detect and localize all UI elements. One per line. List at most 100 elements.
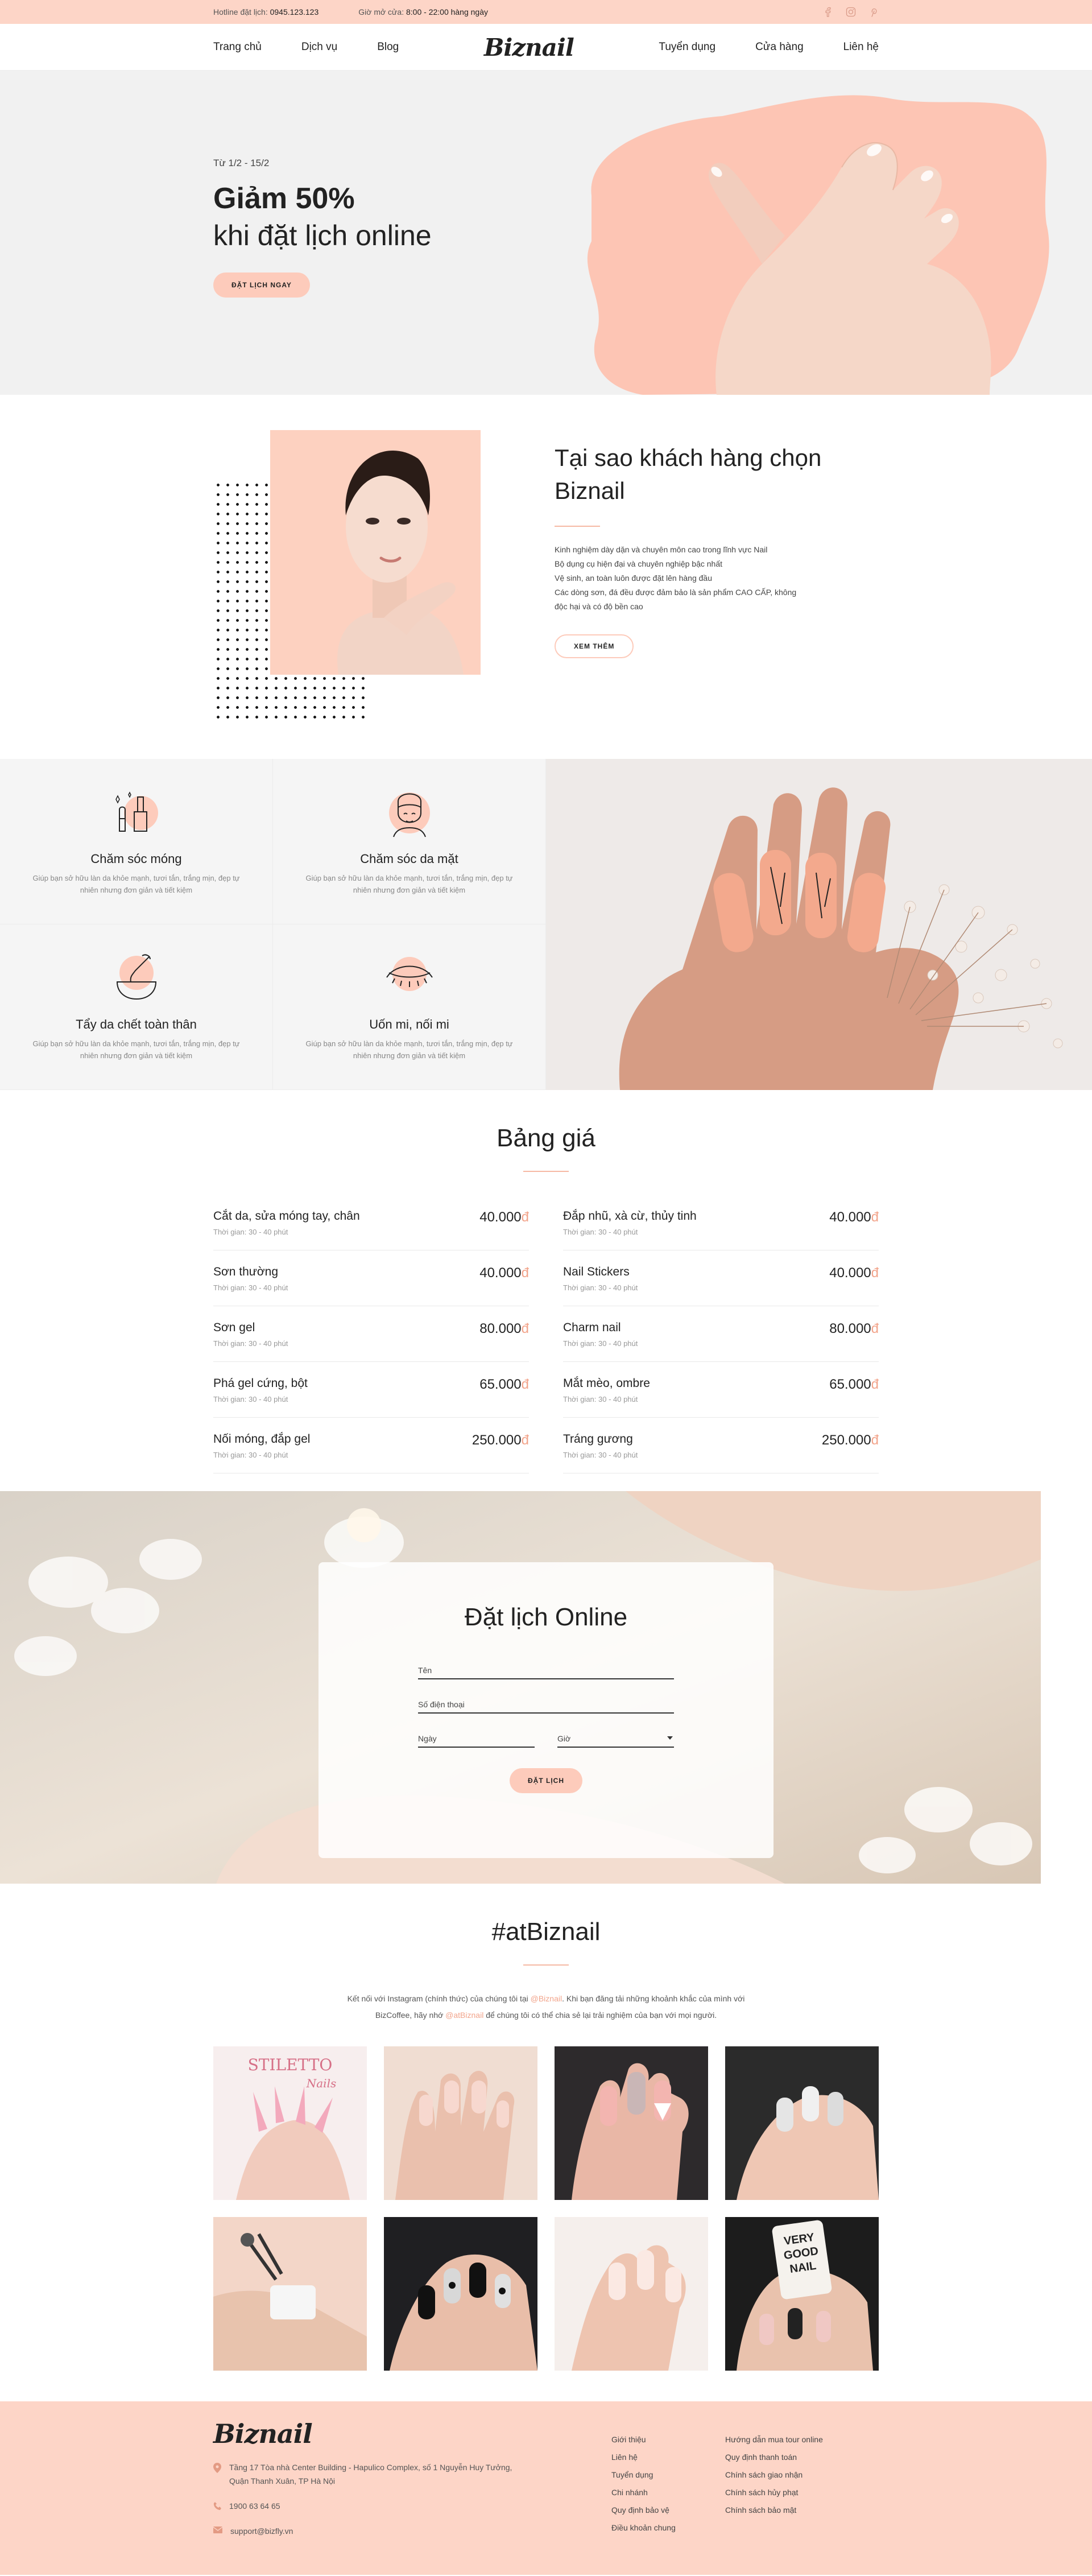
hero-text: Từ 1/2 - 15/2 Giảm 50% khi đặt lịch onli… <box>213 158 432 298</box>
service-duration: Thời gian: 30 - 40 phút <box>563 1283 638 1292</box>
service-duration: Thời gian: 30 - 40 phút <box>563 1395 638 1403</box>
service-desc: Giúp bạn sở hữu làn da khỏe mạnh, tươi t… <box>305 874 513 894</box>
service-title: Chăm sóc da mặt <box>360 852 458 866</box>
services-grid: Chăm sóc móng Giúp bạn sở hữu làn da khỏ… <box>0 759 546 1090</box>
service-title: Chăm sóc móng <box>90 852 182 866</box>
footer-email[interactable]: support@bizfly.vn <box>213 2524 611 2538</box>
footer-link[interactable]: Quy định bảo vệ <box>611 2501 725 2519</box>
nav-item-stores[interactable]: Cửa hàng <box>755 41 804 53</box>
social-links <box>823 7 879 17</box>
instagram-handle-link[interactable]: @Biznail <box>531 1994 562 2003</box>
facebook-icon[interactable] <box>823 7 833 17</box>
instagram-photo[interactable] <box>555 2217 708 2371</box>
footer-link[interactable]: Liên hệ <box>611 2449 725 2466</box>
price-list-title: Bảng giá <box>497 1124 595 1152</box>
footer-phone[interactable]: 1900 63 64 65 <box>213 2499 611 2513</box>
why-point: Bộ dụng cụ hiện đại và chuyên nghiệp bậc… <box>555 559 723 568</box>
site-logo[interactable]: Biznail <box>484 34 574 61</box>
footer-links-col1: Giới thiệu Liên hệ Tuyển dụng Chi nhánh … <box>611 2431 725 2538</box>
footer-link[interactable]: Tuyển dụng <box>611 2466 725 2484</box>
service-price: 80.000đ <box>829 1321 879 1336</box>
instagram-photo[interactable] <box>725 2046 879 2200</box>
price-row: Phá gel cứng, bột Thời gian: 30 - 40 phút… <box>213 1362 529 1418</box>
price-row: Nail Stickers Thời gian: 30 - 40 phút 40.0… <box>563 1250 879 1306</box>
instagram-photo[interactable] <box>384 2217 537 2371</box>
time-select[interactable]: Giờ <box>557 1728 674 1748</box>
service-duration: Thời gian: 30 - 40 phút <box>563 1339 638 1348</box>
footer-link[interactable]: Chính sách giao nhận <box>725 2466 823 2484</box>
price-list-section: Bảng giá Cắt da, sửa móng tay, chân Thời … <box>0 1090 1092 1491</box>
submit-booking-button[interactable]: ĐẶT LỊCH <box>510 1768 582 1793</box>
booking-form: Tên Số điện thoại Ngày Giờ ĐẶT LỊCH <box>418 1660 674 1793</box>
footer-link[interactable]: Hướng dẫn mua tour online <box>725 2431 823 2449</box>
service-card-face-care[interactable]: Chăm sóc da mặt Giúp bạn sở hữu làn da k… <box>273 759 546 924</box>
footer-link[interactable]: Chi nhánh <box>611 2484 725 2501</box>
price-row: Charm nail Thời gian: 30 - 40 phút 80.000đ <box>563 1306 879 1362</box>
price-row: Sơn gel Thời gian: 30 - 40 phút 80.000đ <box>213 1306 529 1362</box>
price-row: Đắp nhũ, xà cừ, thủy tinh Thời gian: 30 -… <box>563 1195 879 1250</box>
service-desc: Giúp bạn sở hữu làn da khỏe mạnh, tươi t… <box>32 1039 240 1060</box>
why-point: Vệ sinh, an toàn luôn được đặt lên hàng … <box>555 573 712 583</box>
nav-right: Tuyển dụng Cửa hàng Liên hệ <box>659 41 879 53</box>
instagram-photo[interactable] <box>555 2046 708 2200</box>
service-duration: Thời gian: 30 - 40 phút <box>213 1451 288 1459</box>
promo-headline: Giảm 50% <box>213 182 355 215</box>
service-price: 40.000đ <box>479 1265 529 1281</box>
footer-link[interactable]: Chính sách bảo mật <box>725 2501 823 2519</box>
title-divider <box>555 526 600 527</box>
instagram-section: #atBiznail Kết nối với Instagram (chính … <box>0 1884 1092 2401</box>
hotline-label: Hotline đặt lịch: <box>213 7 268 16</box>
model-portrait-image <box>270 430 481 675</box>
nav-item-home[interactable]: Trang chủ <box>213 41 262 53</box>
service-duration: Thời gian: 30 - 40 phút <box>213 1283 288 1292</box>
hotline-number[interactable]: 0945.123.123 <box>270 7 319 16</box>
phone-field[interactable]: Số điện thoại <box>418 1694 674 1714</box>
opening-hours: Giờ mở cửa: 8:00 - 22:00 hàng ngày <box>358 7 488 16</box>
booking-form-card: Đặt lịch Online Tên Số điện thoại Ngày G… <box>318 1562 774 1858</box>
footer-link[interactable]: Giới thiệu <box>611 2431 725 2449</box>
pinterest-icon[interactable] <box>868 7 879 17</box>
instagram-icon[interactable] <box>846 7 856 17</box>
why-title-line2: Biznail <box>555 477 625 504</box>
footer-address: Tầng 17 Tòa nhà Center Building - Hapuli… <box>213 2461 611 2488</box>
nav-item-careers[interactable]: Tuyển dụng <box>659 41 715 53</box>
why-title: Tại sao khách hàng chọn Biznail <box>555 441 850 507</box>
nail-polish-icon <box>115 791 158 832</box>
service-price: 40.000đ <box>829 1265 879 1281</box>
promo-subheadline: khi đặt lịch online <box>213 220 432 251</box>
eyelash-icon <box>386 957 433 991</box>
instagram-photo[interactable] <box>213 2217 367 2371</box>
price-grid: Cắt da, sửa móng tay, chân Thời gian: 30 … <box>213 1195 879 1473</box>
service-price: 40.000đ <box>829 1209 879 1225</box>
service-card-body-scrub[interactable]: Tẩy da chết toàn thân Giúp bạn sở hữu là… <box>0 924 273 1090</box>
instagram-photo[interactable]: VERY GOOD NAIL <box>725 2217 879 2371</box>
service-desc: Giúp bạn sở hữu làn da khỏe mạnh, tươi t… <box>32 874 240 894</box>
instagram-photo[interactable]: STILETTO Nails <box>213 2046 367 2200</box>
hours-label: Giờ mở cửa: <box>358 7 404 16</box>
instagram-description: Kết nối với Instagram (chính thức) của c… <box>347 1994 745 2020</box>
nav-item-contact[interactable]: Liên hệ <box>843 41 879 53</box>
footer-contact: Biznail Tầng 17 Tòa nhà Center Building … <box>213 2418 611 2538</box>
see-more-button[interactable]: XEM THÊM <box>555 634 634 658</box>
book-now-button[interactable]: ĐẶT LỊCH NGAY <box>213 273 310 298</box>
service-card-eyelash[interactable]: Uốn mi, nối mi Giúp bạn sở hữu làn da kh… <box>273 924 546 1090</box>
price-row: Sơn thường Thời gian: 30 - 40 phút 40.000đ <box>213 1250 529 1306</box>
date-field[interactable]: Ngày <box>418 1728 535 1748</box>
footer-logo[interactable]: Biznail <box>213 2418 611 2449</box>
price-row: Tráng gương Thời gian: 30 - 40 phút 250.00… <box>563 1418 879 1473</box>
service-duration: Thời gian: 30 - 40 phút <box>213 1339 288 1348</box>
instagram-hashtag-link[interactable]: @atBiznail <box>445 2011 483 2020</box>
why-point: Các dòng sơn, đá đều được đảm bảo là sản… <box>555 588 797 597</box>
service-price: 65.000đ <box>829 1377 879 1392</box>
footer-link[interactable]: Điều khoản chung <box>611 2519 725 2537</box>
service-desc: Giúp bạn sở hữu làn da khỏe mạnh, tươi t… <box>305 1039 513 1060</box>
service-card-nail-care[interactable]: Chăm sóc móng Giúp bạn sở hữu làn da khỏ… <box>0 759 273 924</box>
footer-link[interactable]: Quy định thanh toán <box>725 2449 823 2466</box>
instagram-photo[interactable] <box>384 2046 537 2200</box>
nav-item-services[interactable]: Dịch vụ <box>301 41 337 53</box>
nav-item-blog[interactable]: Blog <box>377 41 399 53</box>
service-duration: Thời gian: 30 - 40 phút <box>213 1228 288 1236</box>
name-field[interactable]: Tên <box>418 1660 674 1679</box>
footer-link[interactable]: Chính sách hủy phạt <box>725 2484 823 2501</box>
hero-hands-image <box>587 95 1049 395</box>
